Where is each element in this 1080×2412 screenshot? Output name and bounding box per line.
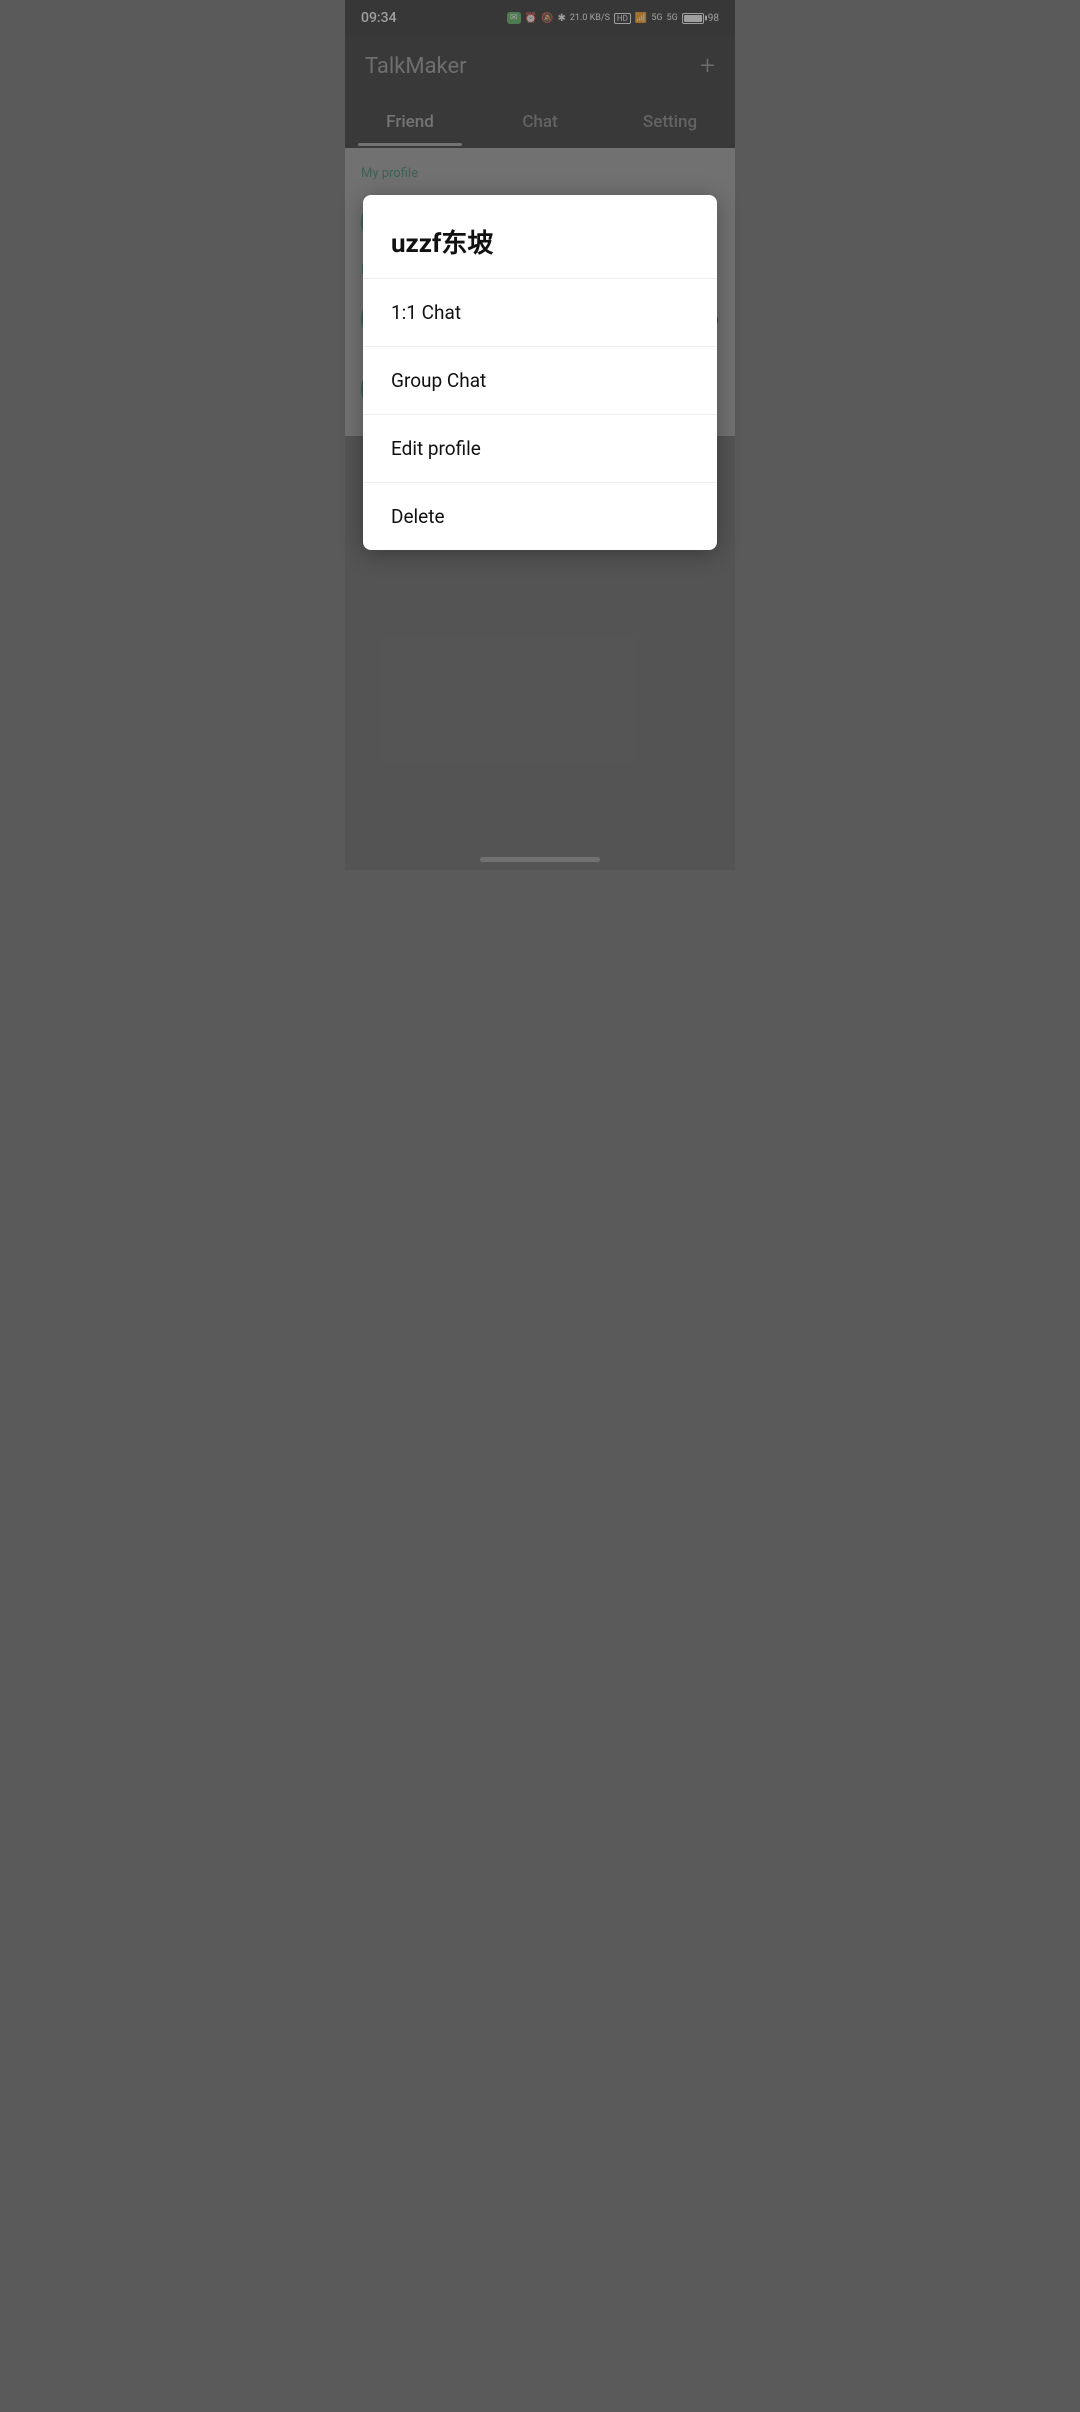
menu-item-group-chat[interactable]: Group Chat: [363, 347, 717, 414]
menu-item-delete[interactable]: Delete: [363, 483, 717, 550]
menu-item-one-chat[interactable]: 1:1 Chat: [363, 279, 717, 346]
context-menu-dialog: uzzf东坡 1:1 Chat Group Chat Edit profile …: [363, 195, 717, 550]
dialog-username: uzzf东坡: [391, 229, 493, 259]
menu-item-edit-profile[interactable]: Edit profile: [363, 415, 717, 482]
dialog-header: uzzf东坡: [363, 195, 717, 278]
